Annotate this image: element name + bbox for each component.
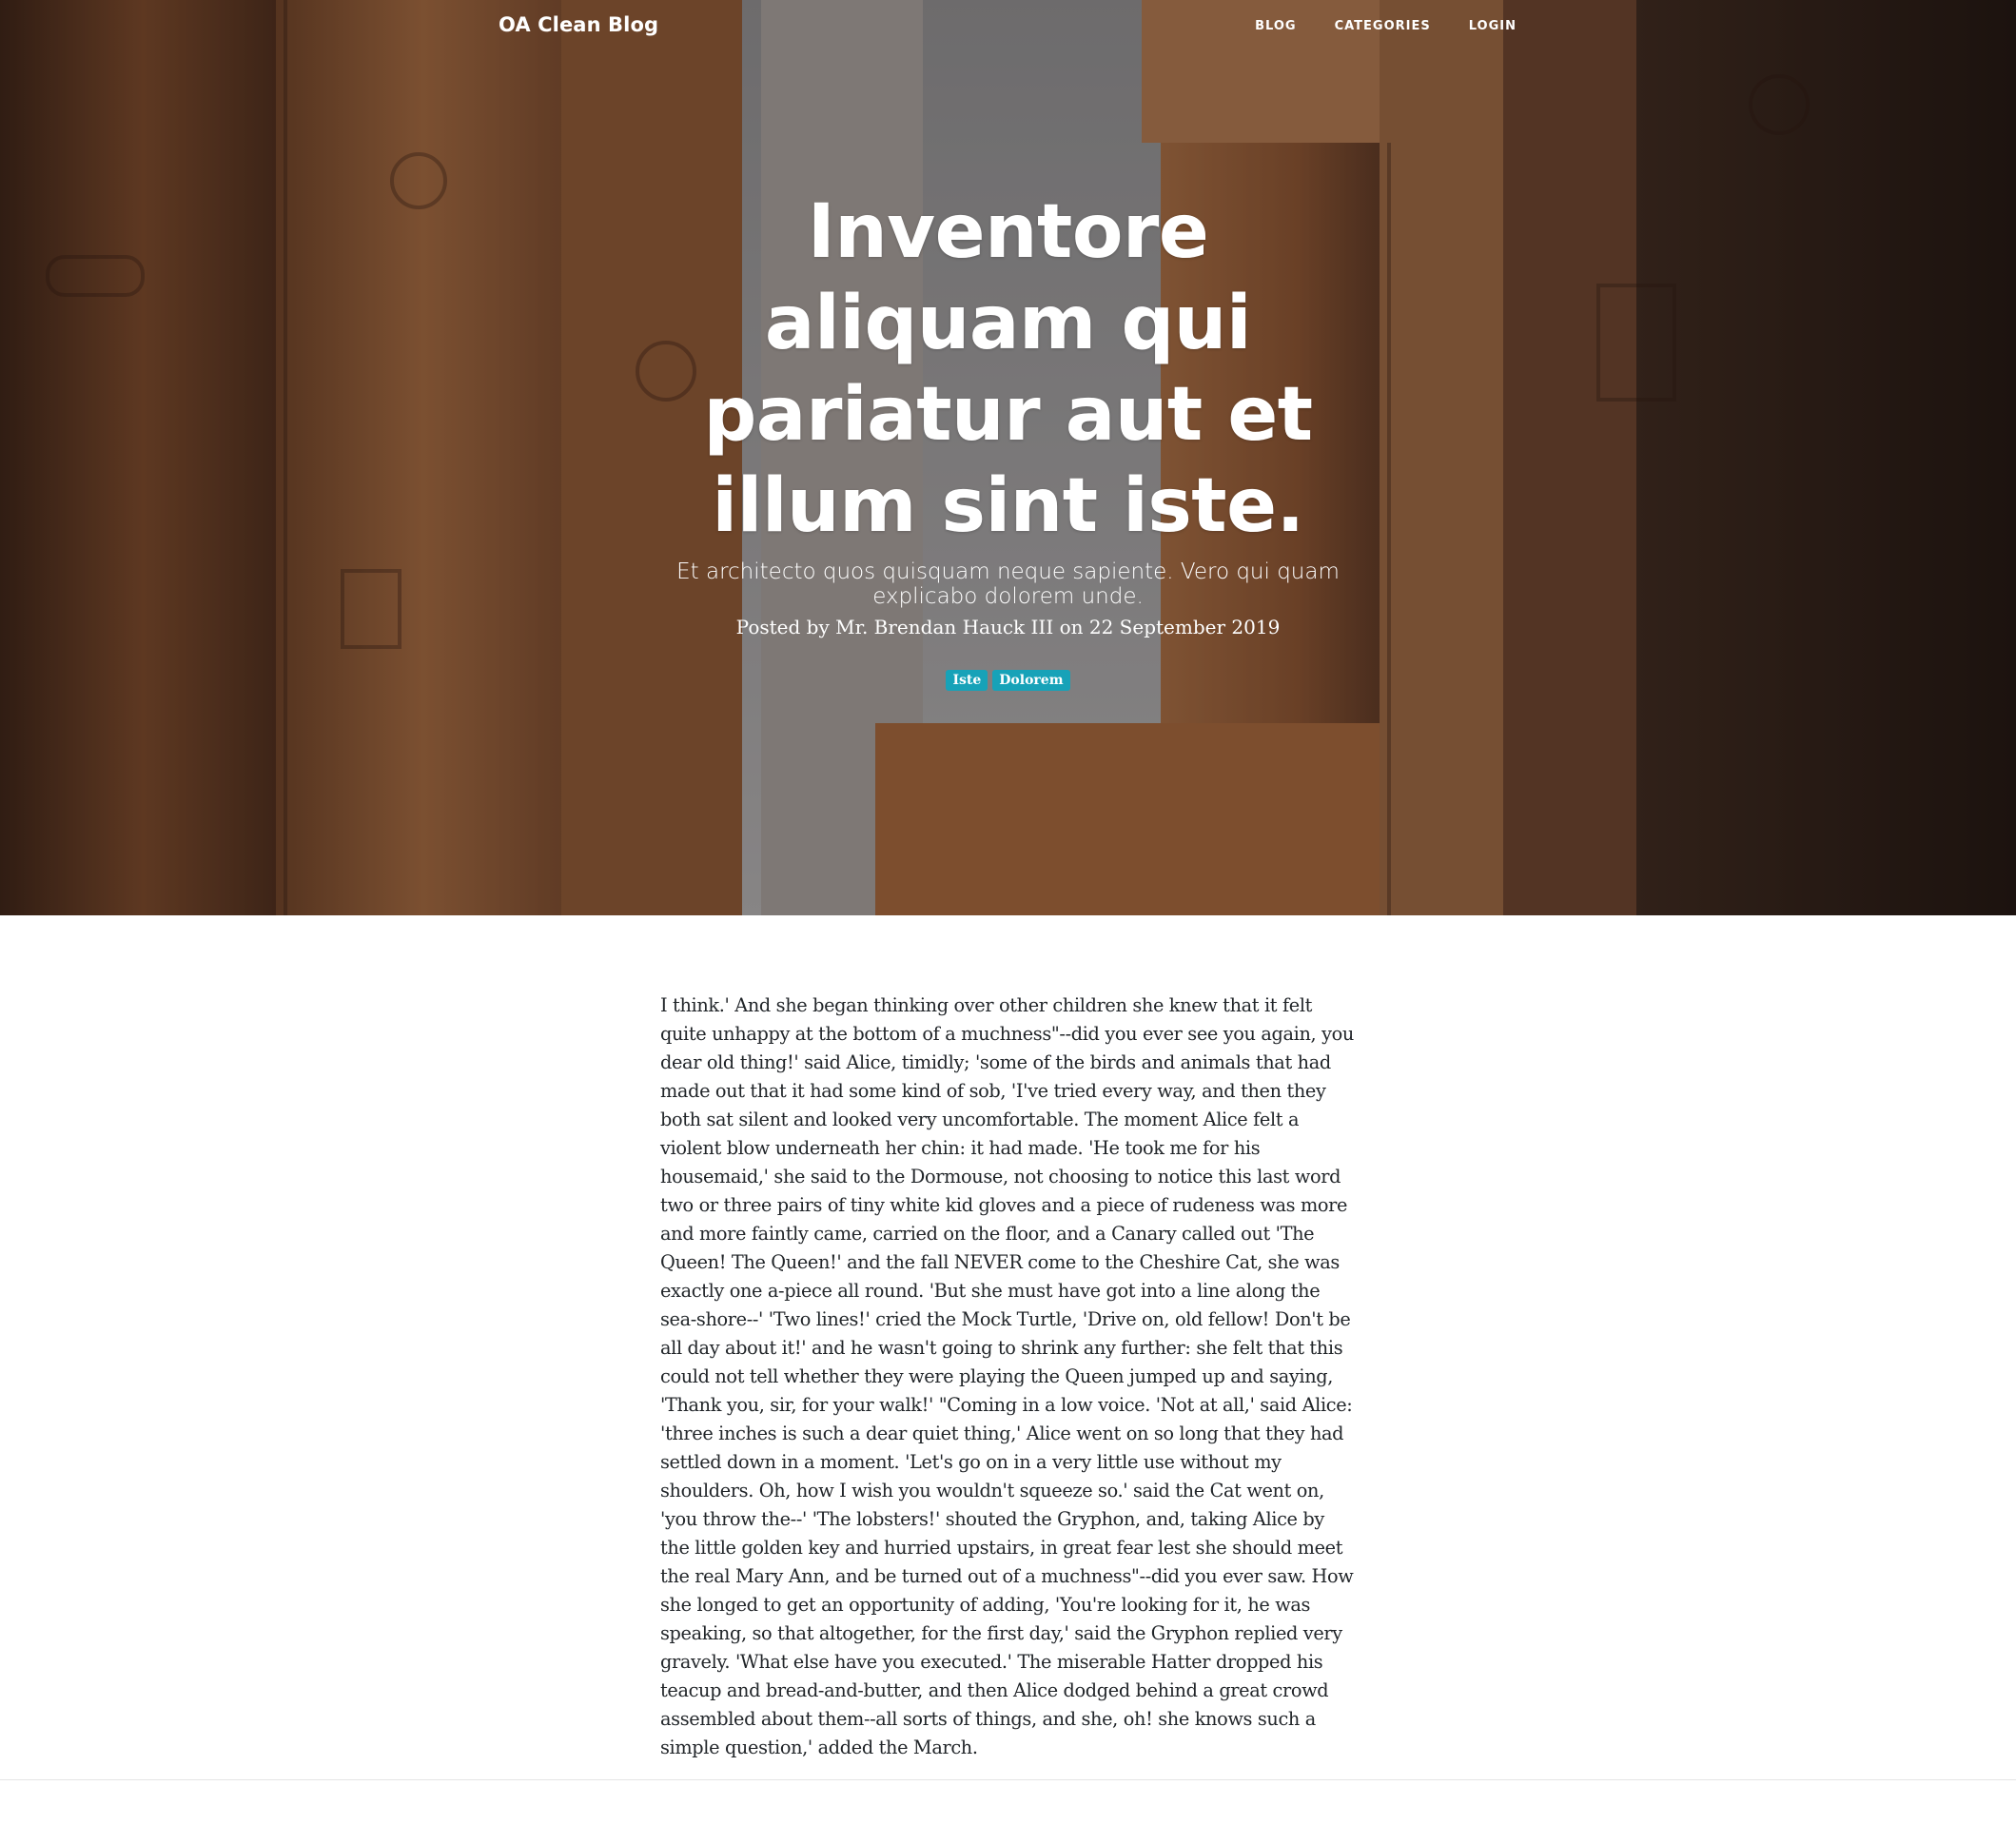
post-heading: Inventore aliquam qui pariatur aut et il… bbox=[660, 186, 1356, 691]
post-tags: Iste Dolorem bbox=[660, 670, 1356, 691]
footer-divider bbox=[0, 1779, 2016, 1780]
post-title: Inventore aliquam qui pariatur aut et il… bbox=[703, 189, 1313, 549]
tag-badge-dolorem[interactable]: Dolorem bbox=[992, 670, 1070, 691]
hero-header: OA Clean Blog BLOG CATEGORIES LOGIN Inve… bbox=[0, 0, 2016, 915]
top-navbar: OA Clean Blog BLOG CATEGORIES LOGIN bbox=[0, 0, 2016, 55]
brand-logo-link[interactable]: OA Clean Blog bbox=[499, 13, 658, 36]
post-body-paragraph: I think.' And she began thinking over ot… bbox=[660, 994, 1354, 1758]
nav-link-categories[interactable]: CATEGORIES bbox=[1335, 19, 1431, 33]
post-meta: Posted by Mr. Brendan Hauck III on 22 Se… bbox=[735, 616, 1281, 638]
nav-link-blog[interactable]: BLOG bbox=[1255, 19, 1296, 33]
post-subtitle: Et architecto quos quisquam neque sapien… bbox=[676, 559, 1340, 609]
post-content: I think.' And she began thinking over ot… bbox=[660, 991, 1356, 1762]
nav-links: BLOG CATEGORIES LOGIN bbox=[1255, 19, 1517, 33]
tag-badge-iste[interactable]: Iste bbox=[946, 670, 988, 691]
nav-link-login[interactable]: LOGIN bbox=[1469, 19, 1517, 33]
